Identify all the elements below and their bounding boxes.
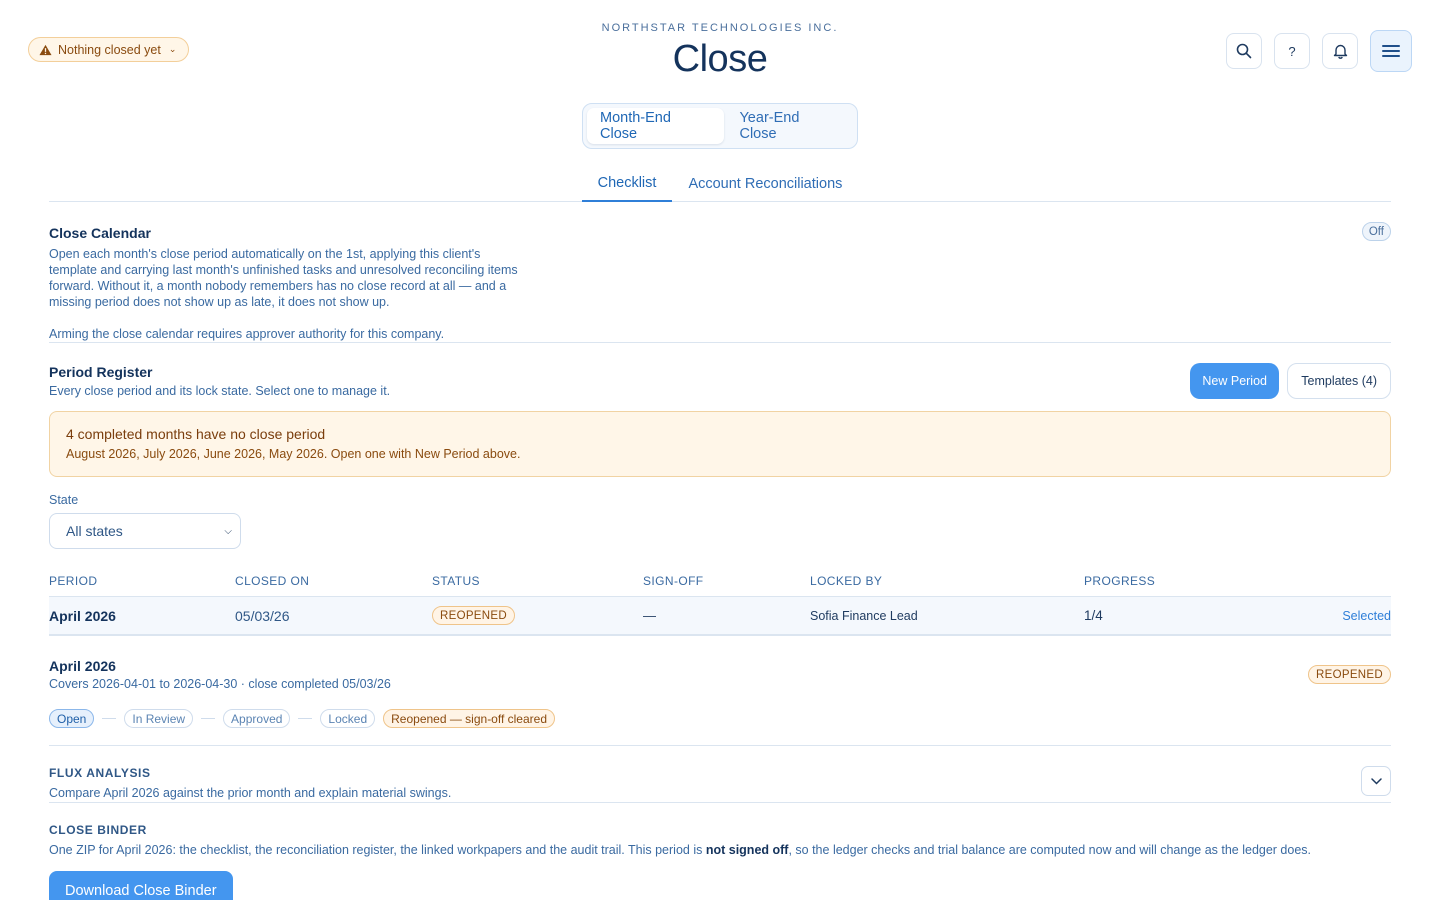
step-connector <box>201 718 216 719</box>
period-detail-subtitle: Covers 2026-04-01 to 2026-04-30 · close … <box>49 677 391 691</box>
mode-year-end[interactable]: Year-End Close <box>726 108 853 144</box>
help-button[interactable]: ? <box>1274 33 1310 69</box>
tab-checklist[interactable]: Checklist <box>581 165 673 202</box>
period-table: PERIOD CLOSED ON STATUS SIGN-OFF LOCKED … <box>49 565 1391 636</box>
close-mode-switch: Month-End Close Year-End Close <box>582 103 858 149</box>
step-approved: Approved <box>223 709 291 728</box>
close-tabs: Checklist Account Reconciliations <box>49 165 1391 202</box>
binder-text-bold: not signed off <box>705 843 789 857</box>
step-connector <box>298 718 313 719</box>
col-sign-off: SIGN-OFF <box>643 573 704 588</box>
period-status-badge: REOPENED <box>1308 665 1391 684</box>
close-calendar-toggle[interactable]: Off <box>1361 222 1391 241</box>
state-filter-label: State <box>49 493 79 507</box>
col-progress: PROGRESS <box>1084 573 1156 588</box>
missing-periods-alert: 4 completed months have no close period … <box>49 411 1391 477</box>
period-detail-title: April 2026 <box>49 658 116 674</box>
flux-analysis-text: Compare April 2026 against the prior mon… <box>49 786 452 800</box>
bell-icon <box>1333 44 1347 59</box>
flux-analysis-section: FLUX ANALYSIS Compare April 2026 against… <box>49 766 1391 803</box>
menu-button[interactable] <box>1370 30 1412 72</box>
search-button[interactable] <box>1226 33 1262 69</box>
step-open: Open <box>49 709 95 728</box>
period-detail: April 2026 Covers 2026-04-01 to 2026-04-… <box>49 658 1391 746</box>
row-selected-link[interactable]: Selected <box>1234 609 1391 623</box>
table-row[interactable]: April 2026 05/03/26 REOPENED — Sofia Fin… <box>49 597 1391 636</box>
cell-locked-by: Sofia Finance Lead <box>810 608 918 623</box>
close-binder-title: CLOSE BINDER <box>49 823 147 837</box>
cell-closed-on: 05/03/26 <box>235 607 290 624</box>
close-calendar-section: Close Calendar Open each month's close p… <box>49 222 1391 343</box>
hamburger-menu-icon <box>1382 45 1400 57</box>
col-locked-by: LOCKED BY <box>810 573 883 588</box>
tab-account-reconciliations[interactable]: Account Reconciliations <box>672 165 858 202</box>
flux-analysis-title: FLUX ANALYSIS <box>49 766 151 780</box>
step-in-review: In Review <box>124 709 194 728</box>
cell-progress: 1/4 <box>1084 608 1103 623</box>
col-status: STATUS <box>432 573 480 588</box>
close-calendar-title: Close Calendar <box>49 225 151 241</box>
step-locked: Locked <box>320 709 376 728</box>
period-register-header: Period Register Every close period and i… <box>49 363 1391 404</box>
alert-text: August 2026, July 2026, June 2026, May 2… <box>66 447 521 461</box>
alert-title: 4 completed months have no close period <box>66 426 326 442</box>
new-period-button[interactable]: New Period <box>1190 363 1279 399</box>
company-name: NORTHSTAR TECHNOLOGIES INC. <box>601 22 839 34</box>
mode-month-end[interactable]: Month-End Close <box>587 108 725 144</box>
close-binder-section: CLOSE BINDER One ZIP for April 2026: the… <box>49 823 1391 900</box>
step-connector <box>102 718 117 719</box>
close-binder-text: One ZIP for April 2026: the checklist, t… <box>49 842 1391 858</box>
binder-text-end: , so the ledger checks and trial balance… <box>788 843 1312 857</box>
col-closed-on: CLOSED ON <box>235 573 310 588</box>
cell-period: April 2026 <box>49 607 116 624</box>
close-calendar-description: Open each month's close period automatic… <box>49 247 518 309</box>
header-actions: ? <box>1226 30 1412 72</box>
download-close-binder-button[interactable]: Download Close Binder <box>49 871 233 900</box>
state-filter: State All states ⌵ <box>49 493 1391 549</box>
templates-button[interactable]: Templates (4) <box>1287 363 1391 399</box>
chevron-down-icon <box>1370 777 1382 785</box>
binder-text-start: One ZIP for April 2026: the checklist, t… <box>49 843 706 857</box>
state-select-value: All states <box>66 523 123 539</box>
state-select[interactable]: All states ⌵ <box>49 513 241 549</box>
period-lifecycle: Open In Review Approved Locked Reopened … <box>49 709 1391 728</box>
cell-sign-off: — <box>643 608 656 623</box>
status-badge: REOPENED <box>432 606 515 625</box>
close-calendar-note: Arming the close calendar requires appro… <box>49 327 445 341</box>
help-icon: ? <box>1288 43 1296 59</box>
search-icon <box>1236 43 1252 59</box>
col-period: PERIOD <box>49 573 98 588</box>
table-header: PERIOD CLOSED ON STATUS SIGN-OFF LOCKED … <box>49 565 1391 597</box>
notifications-button[interactable] <box>1322 33 1358 69</box>
chevron-down-icon: ⌵ <box>224 525 232 537</box>
page-title: Close <box>672 38 768 80</box>
step-reopened: Reopened — sign-off cleared <box>383 709 556 728</box>
flux-expand-button[interactable] <box>1361 766 1391 796</box>
